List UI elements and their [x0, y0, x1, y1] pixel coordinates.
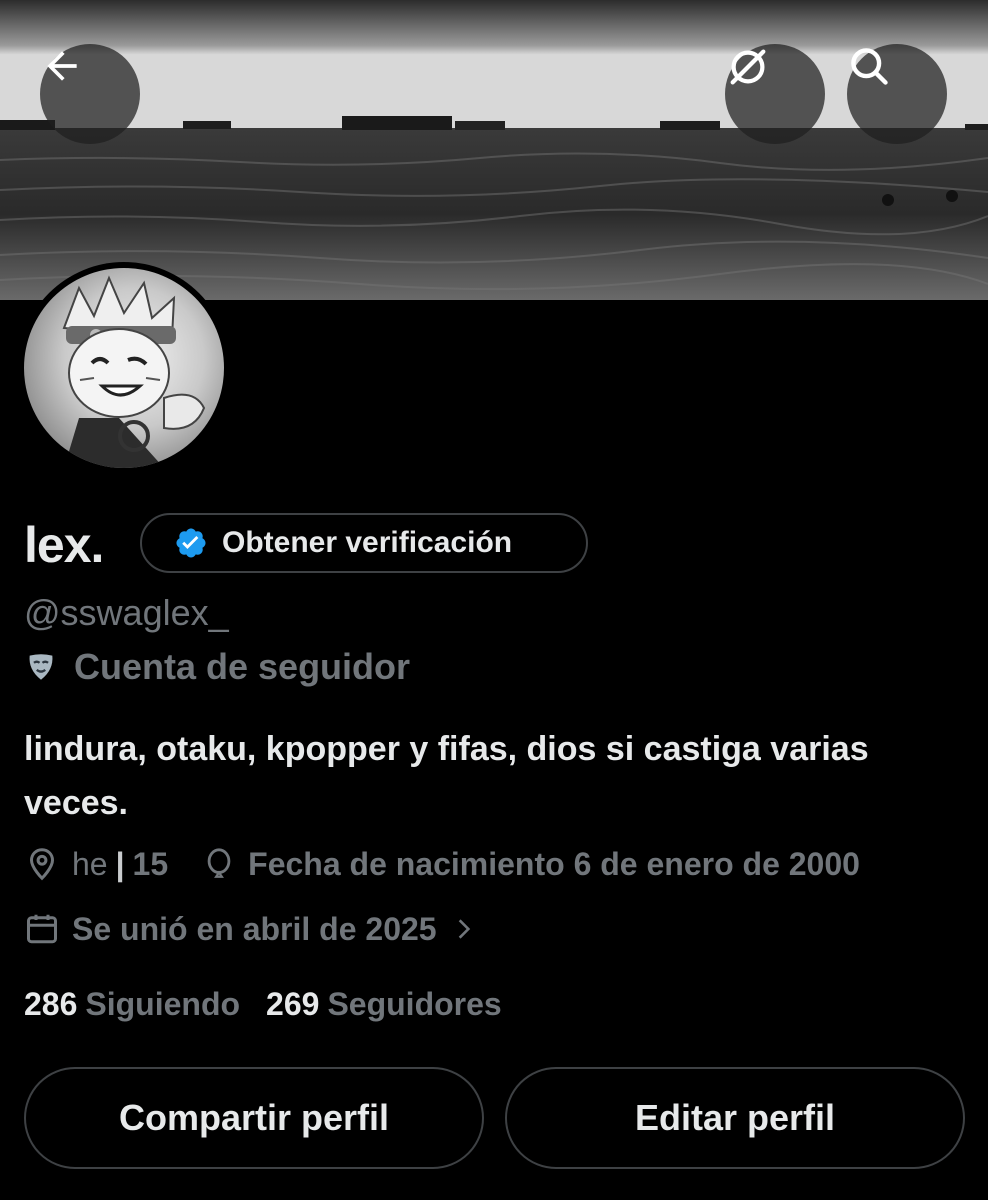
- follow-stats: 286 Siguiendo 269 Seguidores: [24, 986, 502, 1023]
- following-link[interactable]: 286 Siguiendo: [24, 986, 240, 1023]
- account-label-row[interactable]: Cuenta de seguidor: [24, 646, 410, 688]
- slash-circle-icon: [730, 49, 766, 85]
- profile-bio: lindura, otaku, kpopper y fifas, dios si…: [24, 730, 869, 822]
- back-button[interactable]: [40, 44, 140, 144]
- share-profile-button[interactable]: Compartir perfil: [24, 1067, 484, 1169]
- following-label: Siguiendo: [85, 986, 241, 1022]
- profile-name: lex.: [24, 517, 104, 573]
- grok-button[interactable]: [725, 44, 825, 144]
- location-suffix: 15: [132, 845, 169, 882]
- profile-handle: @sswaglex_: [24, 592, 229, 633]
- balloon-icon: [207, 848, 231, 878]
- get-verified-button[interactable]: Obtener verificación: [140, 513, 588, 573]
- edit-profile-button[interactable]: Editar perfil: [505, 1067, 965, 1169]
- banner-image: [0, 0, 988, 300]
- followers-count: 269: [266, 986, 320, 1022]
- joined-date: Se unió en abril de 2025: [72, 910, 437, 947]
- location-prefix: he: [72, 845, 108, 882]
- joined-row[interactable]: Se unió en abril de 2025: [24, 910, 477, 948]
- followers-link[interactable]: 269 Seguidores: [266, 986, 502, 1023]
- search-button[interactable]: [847, 44, 947, 144]
- search-icon: [851, 48, 888, 85]
- avatar-image: [24, 268, 224, 468]
- mask-icon: [29, 654, 53, 680]
- location-icon: [29, 848, 55, 881]
- location-separator: |: [115, 845, 125, 882]
- chevron-right-icon: [458, 919, 470, 939]
- profile-banner: [0, 0, 988, 300]
- get-verified-label: Obtener verificación: [222, 526, 513, 559]
- followers-label: Seguidores: [327, 986, 502, 1022]
- calendar-icon: [27, 914, 57, 944]
- following-count: 286: [24, 986, 78, 1022]
- avatar[interactable]: [18, 262, 230, 474]
- arrow-left-icon: [47, 51, 77, 81]
- profile-meta-row: he | 15 Fecha de nacimiento 6 de enero d…: [24, 844, 860, 884]
- account-label: Cuenta de seguidor: [74, 646, 411, 687]
- verified-badge-icon: [176, 528, 206, 558]
- birthdate: Fecha de nacimiento 6 de enero de 2000: [248, 845, 860, 882]
